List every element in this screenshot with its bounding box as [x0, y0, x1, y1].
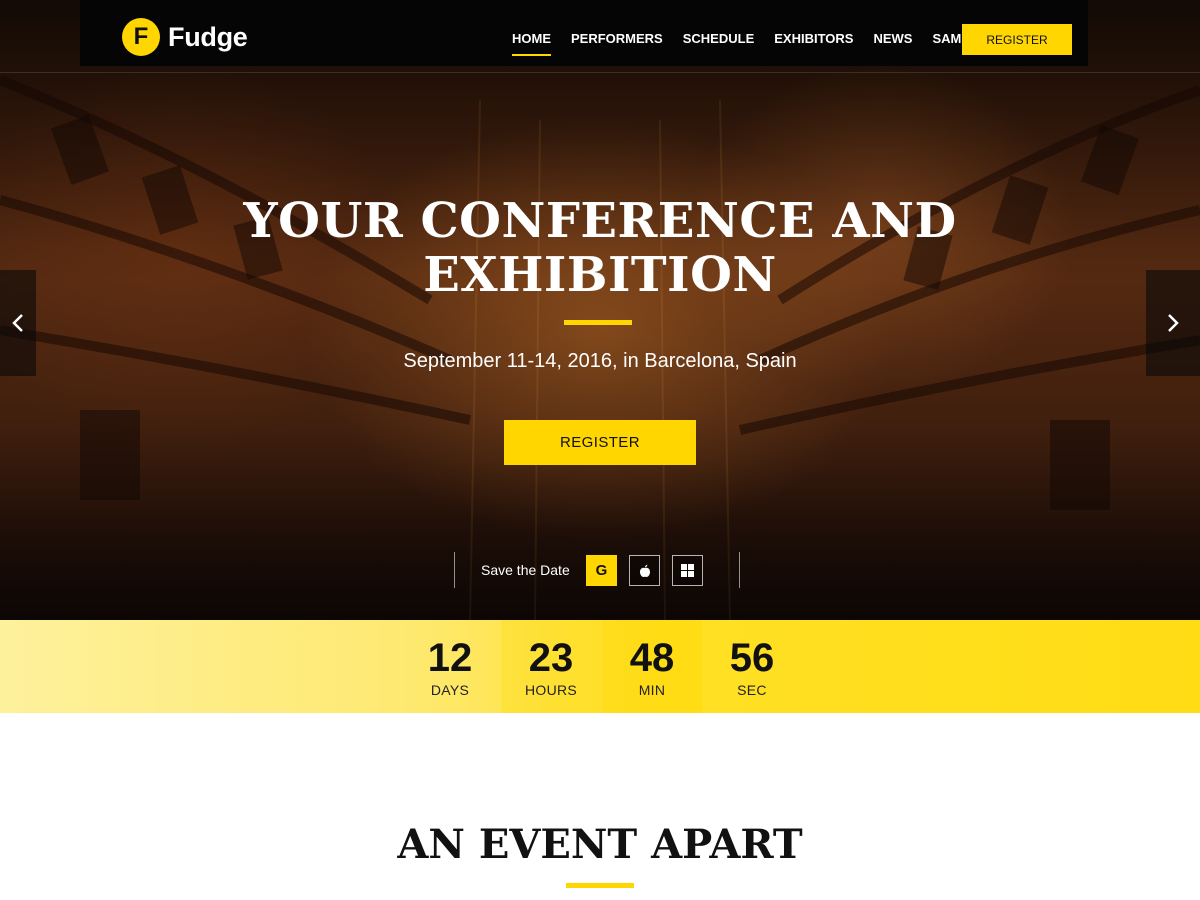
save-the-date: Save the Date G	[454, 552, 740, 588]
hero-title-line2: EXHIBITION	[423, 247, 777, 303]
save-date-label: Save the Date	[481, 562, 570, 578]
countdown-bar: 12 DAYS 23 HOURS 48 MIN 56 SEC	[0, 620, 1200, 713]
apple-calendar-button[interactable]	[629, 555, 660, 586]
section-title: AN EVENT APART	[397, 821, 803, 868]
chevron-right-icon	[1168, 314, 1179, 332]
countdown-hours: 23 HOURS	[501, 620, 601, 713]
hero-title-underline	[564, 320, 632, 325]
hero-subtitle: September 11-14, 2016, in Barcelona, Spa…	[403, 350, 797, 372]
countdown-min: 48 MIN	[602, 620, 702, 713]
countdown-days: 12 DAYS	[400, 620, 500, 713]
nav-item-performers[interactable]: PERFORMERS	[571, 23, 663, 55]
chevron-left-icon	[12, 314, 23, 332]
logo-icon: F	[122, 18, 160, 56]
countdown-hours-unit: HOURS	[524, 682, 578, 698]
google-calendar-button[interactable]: G	[586, 555, 617, 586]
main-nav: HOME PERFORMERS SCHEDULE EXHIBITORS NEWS…	[512, 23, 1007, 56]
divider	[454, 552, 455, 588]
section-title-underline	[566, 883, 634, 888]
hero-section	[0, 0, 1200, 620]
apple-calendar-icon	[639, 564, 650, 577]
hero-register-button[interactable]: REGISTER	[504, 420, 696, 465]
countdown-min-unit: MIN	[638, 682, 666, 698]
header-register-button[interactable]: REGISTER	[962, 24, 1072, 55]
nav-item-news[interactable]: NEWS	[873, 23, 912, 55]
site-header: F Fudge HOME PERFORMERS SCHEDULE EXHIBIT…	[80, 0, 1088, 66]
header-divider	[0, 72, 1200, 73]
countdown-sec-value: 56	[729, 636, 775, 680]
windows-calendar-icon	[681, 564, 694, 577]
countdown-days-value: 12	[427, 636, 473, 680]
google-calendar-icon: G	[595, 562, 608, 579]
nav-item-exhibitors[interactable]: EXHIBITORS	[774, 23, 853, 55]
hero-title: YOUR CONFERENCE AND EXHIBITION	[0, 194, 1200, 302]
hero-overlay	[0, 0, 1200, 620]
windows-calendar-button[interactable]	[672, 555, 703, 586]
logo[interactable]: F Fudge	[122, 18, 248, 56]
countdown-hours-value: 23	[528, 636, 574, 680]
logo-text: Fudge	[168, 21, 248, 52]
countdown-days-unit: DAYS	[430, 682, 470, 698]
nav-item-schedule[interactable]: SCHEDULE	[683, 23, 755, 55]
countdown-min-value: 48	[629, 636, 675, 680]
divider	[739, 552, 740, 588]
countdown-sec: 56 SEC	[702, 620, 802, 713]
countdown-sec-unit: SEC	[737, 682, 767, 698]
nav-item-home[interactable]: HOME	[512, 23, 551, 56]
hero-title-line1: YOUR CONFERENCE AND	[243, 193, 957, 249]
